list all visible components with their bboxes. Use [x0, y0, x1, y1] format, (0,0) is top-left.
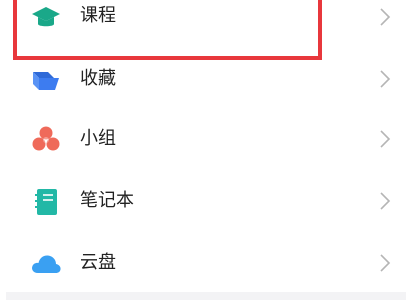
graduation-cap-icon — [30, 2, 62, 34]
chevron-right-icon — [378, 68, 392, 90]
chevron-right-icon — [378, 6, 392, 28]
cloud-icon — [30, 248, 62, 280]
menu-item-label: 小组 — [80, 128, 116, 149]
section-divider — [6, 292, 406, 300]
chevron-right-icon — [378, 252, 392, 274]
chevron-right-icon — [378, 128, 392, 150]
chevron-right-icon — [378, 190, 392, 212]
menu-item-label: 课程 — [80, 5, 116, 26]
menu-screen: 课程 收藏 小组 笔记本 云盘 — [0, 0, 412, 300]
folder-icon — [30, 64, 62, 96]
menu-item-courses[interactable]: 课程 — [0, 0, 412, 62]
menu-item-notebook[interactable]: 笔记本 — [0, 186, 412, 248]
menu-item-label: 云盘 — [80, 252, 116, 273]
menu-item-label: 收藏 — [80, 68, 116, 89]
menu-item-groups[interactable]: 小组 — [0, 124, 412, 186]
notebook-icon — [30, 186, 62, 218]
group-icon — [30, 124, 62, 156]
menu-item-favorites[interactable]: 收藏 — [0, 62, 412, 124]
menu-item-label: 笔记本 — [80, 190, 134, 211]
